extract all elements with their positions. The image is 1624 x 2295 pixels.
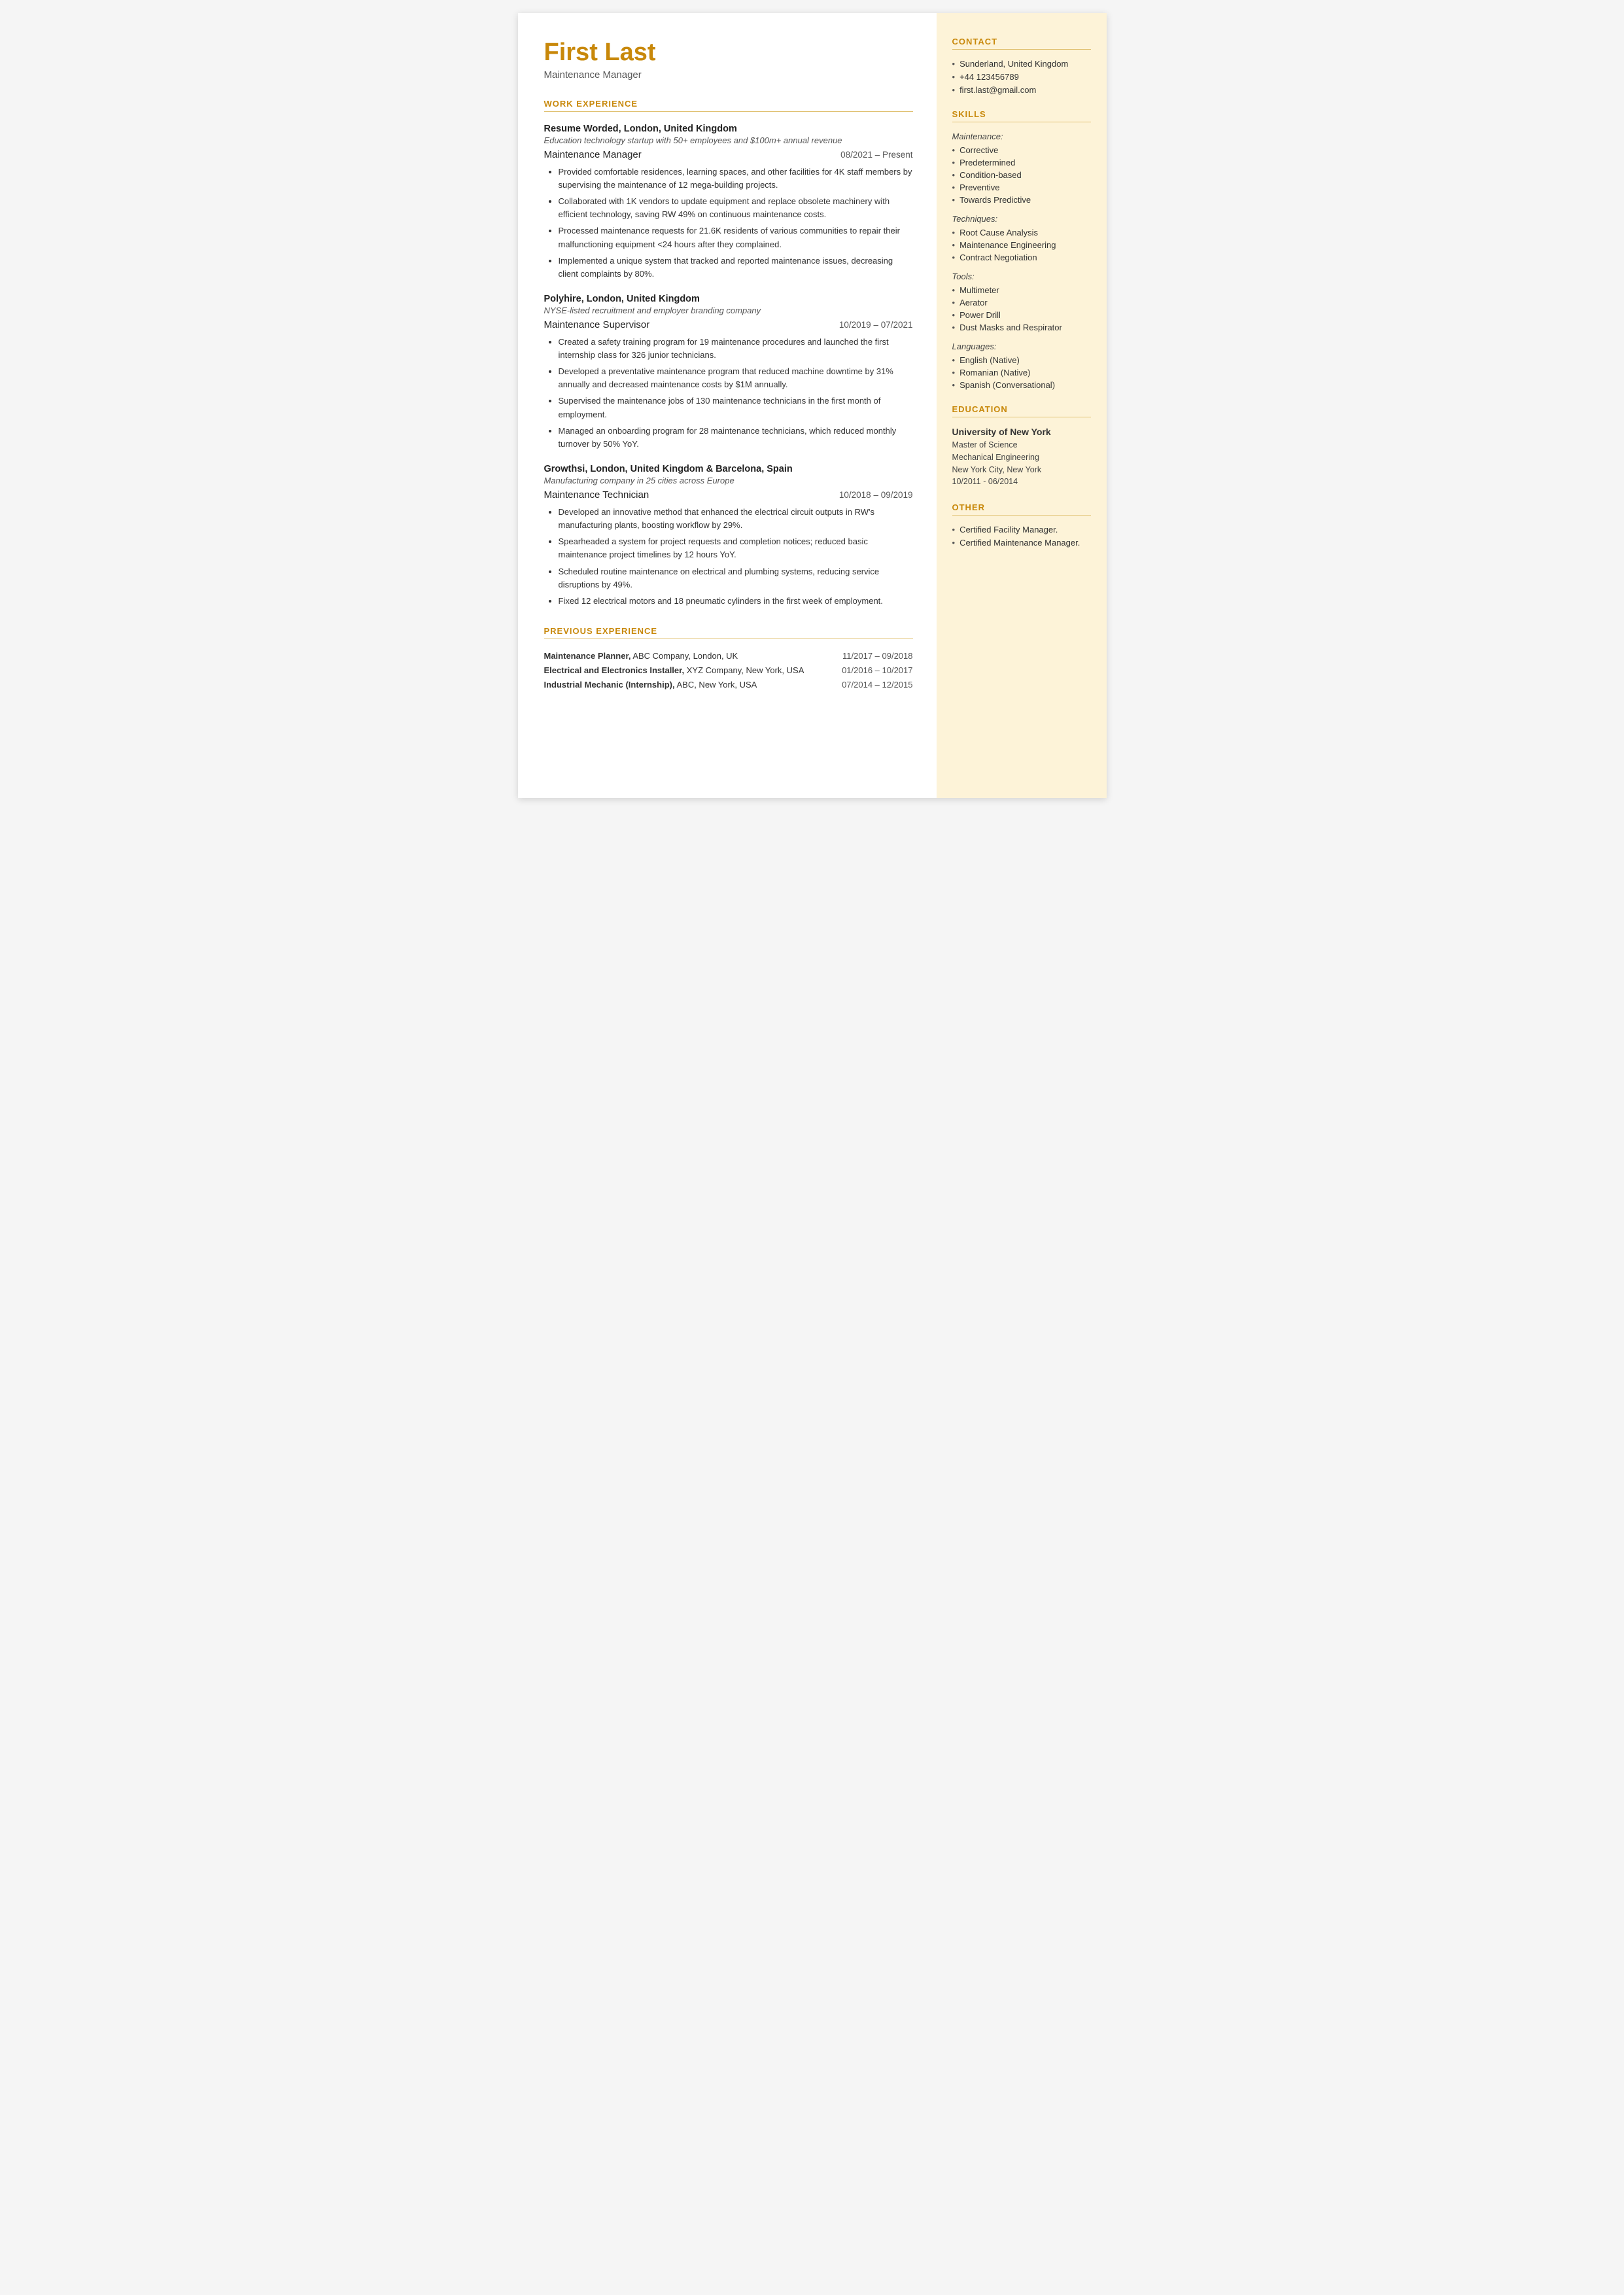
prev-exp-dates-2: 01/2016 – 10/2017: [842, 665, 912, 675]
skills-heading: SKILLS: [952, 109, 1091, 122]
bullet-list-3: Developed an innovative method that enha…: [544, 506, 913, 608]
skill-contract-negotiation: Contract Negotiation: [952, 253, 1091, 262]
previous-experience-heading: PREVIOUS EXPERIENCE: [544, 626, 913, 639]
work-experience-heading: WORK EXPERIENCE: [544, 99, 913, 112]
bullet-1-2: Collaborated with 1K vendors to update e…: [559, 195, 913, 221]
employer-company-3: Growthsi,: [544, 464, 588, 474]
prev-exp-row-2: Electrical and Electronics Installer, XY…: [544, 665, 913, 675]
skill-list-tools: Multimeter Aerator Power Drill Dust Mask…: [952, 285, 1091, 332]
other-item-1: Certified Facility Manager.: [952, 525, 1091, 534]
contact-heading: CONTACT: [952, 37, 1091, 50]
employer-block-2: Polyhire, London, United Kingdom NYSE-li…: [544, 294, 913, 451]
role-title-3: Maintenance Technician: [544, 489, 649, 500]
edu-institution-1: University of New York: [952, 427, 1091, 437]
skill-category-languages-label: Languages:: [952, 342, 1091, 351]
bullet-3-3: Scheduled routine maintenance on electri…: [559, 565, 913, 591]
previous-experience-table: Maintenance Planner, ABC Company, London…: [544, 651, 913, 690]
education-heading: EDUCATION: [952, 404, 1091, 417]
role-title-1: Maintenance Manager: [544, 149, 642, 160]
employer-tagline-1: Education technology startup with 50+ em…: [544, 135, 913, 145]
prev-exp-bold-2: Electrical and Electronics Installer,: [544, 665, 685, 675]
bullet-1-1: Provided comfortable residences, learnin…: [559, 166, 913, 192]
bullet-2-1: Created a safety training program for 19…: [559, 336, 913, 362]
skill-maintenance-engineering: Maintenance Engineering: [952, 240, 1091, 250]
skill-romanian: Romanian (Native): [952, 368, 1091, 377]
contact-list: Sunderland, United Kingdom +44 123456789…: [952, 59, 1091, 95]
other-heading: OTHER: [952, 502, 1091, 516]
role-title-2: Maintenance Supervisor: [544, 319, 650, 330]
role-dates-2: 10/2019 – 07/2021: [839, 320, 913, 330]
skill-dust-masks: Dust Masks and Respirator: [952, 323, 1091, 332]
bullet-list-2: Created a safety training program for 19…: [544, 336, 913, 451]
bullet-1-4: Implemented a unique system that tracked…: [559, 254, 913, 281]
bullet-2-4: Managed an onboarding program for 28 mai…: [559, 425, 913, 451]
other-item-2: Certified Maintenance Manager.: [952, 538, 1091, 548]
bullet-list-1: Provided comfortable residences, learnin…: [544, 166, 913, 281]
bullet-3-1: Developed an innovative method that enha…: [559, 506, 913, 532]
role-row-2: Maintenance Supervisor 10/2019 – 07/2021: [544, 319, 913, 330]
prev-exp-left-3: Industrial Mechanic (Internship), ABC, N…: [544, 680, 832, 690]
bullet-1-3: Processed maintenance requests for 21.6K…: [559, 224, 913, 251]
prev-exp-bold-3: Industrial Mechanic (Internship),: [544, 680, 675, 690]
role-row-3: Maintenance Technician 10/2018 – 09/2019: [544, 489, 913, 500]
contact-address: Sunderland, United Kingdom: [952, 59, 1091, 69]
role-row-1: Maintenance Manager 08/2021 – Present: [544, 149, 913, 160]
skill-spanish: Spanish (Conversational): [952, 380, 1091, 390]
employer-name-3: Growthsi, London, United Kingdom & Barce…: [544, 464, 913, 474]
candidate-name: First Last: [544, 39, 913, 67]
education-block-1: University of New York Master of Science…: [952, 427, 1091, 488]
skill-preventive: Preventive: [952, 183, 1091, 192]
bullet-2-3: Supervised the maintenance jobs of 130 m…: [559, 394, 913, 421]
name-section: First Last Maintenance Manager: [544, 39, 913, 80]
main-content: First Last Maintenance Manager WORK EXPE…: [518, 13, 937, 798]
employer-tagline-2: NYSE-listed recruitment and employer bra…: [544, 306, 913, 315]
bullet-3-2: Spearheaded a system for project request…: [559, 535, 913, 561]
employer-tagline-3: Manufacturing company in 25 cities acros…: [544, 476, 913, 485]
employer-block-1: Resume Worded, London, United Kingdom Ed…: [544, 124, 913, 281]
skill-list-languages: English (Native) Romanian (Native) Spani…: [952, 355, 1091, 390]
skill-category-tools-label: Tools:: [952, 272, 1091, 281]
edu-details-1: Master of Science Mechanical Engineering…: [952, 439, 1091, 488]
skill-root-cause: Root Cause Analysis: [952, 228, 1091, 237]
skill-corrective: Corrective: [952, 145, 1091, 155]
sidebar: CONTACT Sunderland, United Kingdom +44 1…: [937, 13, 1107, 798]
skill-category-maintenance-label: Maintenance:: [952, 131, 1091, 141]
prev-exp-bold-1: Maintenance Planner,: [544, 651, 631, 661]
bullet-2-2: Developed a preventative maintenance pro…: [559, 365, 913, 391]
skill-aerator: Aerator: [952, 298, 1091, 307]
employer-name-1: Resume Worded, London, United Kingdom: [544, 124, 913, 134]
employer-company-1: Resume Worded,: [544, 124, 621, 134]
employer-company-2: Polyhire,: [544, 294, 584, 304]
resume-container: First Last Maintenance Manager WORK EXPE…: [518, 13, 1107, 798]
skill-towards-predictive: Towards Predictive: [952, 195, 1091, 205]
skill-category-techniques-label: Techniques:: [952, 214, 1091, 224]
skill-list-techniques: Root Cause Analysis Maintenance Engineer…: [952, 228, 1091, 262]
prev-exp-row-1: Maintenance Planner, ABC Company, London…: [544, 651, 913, 661]
skill-condition-based: Condition-based: [952, 170, 1091, 180]
role-dates-3: 10/2018 – 09/2019: [839, 490, 913, 500]
employer-block-3: Growthsi, London, United Kingdom & Barce…: [544, 464, 913, 608]
contact-phone: +44 123456789: [952, 72, 1091, 82]
role-dates-1: 08/2021 – Present: [840, 150, 912, 160]
skill-power-drill: Power Drill: [952, 310, 1091, 320]
contact-email: first.last@gmail.com: [952, 85, 1091, 95]
prev-exp-dates-1: 11/2017 – 09/2018: [842, 651, 912, 661]
prev-exp-row-3: Industrial Mechanic (Internship), ABC, N…: [544, 680, 913, 690]
skill-list-maintenance: Corrective Predetermined Condition-based…: [952, 145, 1091, 205]
skill-english: English (Native): [952, 355, 1091, 365]
candidate-job-title: Maintenance Manager: [544, 69, 913, 80]
prev-exp-dates-3: 07/2014 – 12/2015: [842, 680, 912, 690]
prev-exp-left-2: Electrical and Electronics Installer, XY…: [544, 665, 832, 675]
bullet-3-4: Fixed 12 electrical motors and 18 pneuma…: [559, 595, 913, 608]
prev-exp-left-1: Maintenance Planner, ABC Company, London…: [544, 651, 833, 661]
employer-name-2: Polyhire, London, United Kingdom: [544, 294, 913, 304]
skill-multimeter: Multimeter: [952, 285, 1091, 295]
skill-predetermined: Predetermined: [952, 158, 1091, 167]
other-list: Certified Facility Manager. Certified Ma…: [952, 525, 1091, 548]
